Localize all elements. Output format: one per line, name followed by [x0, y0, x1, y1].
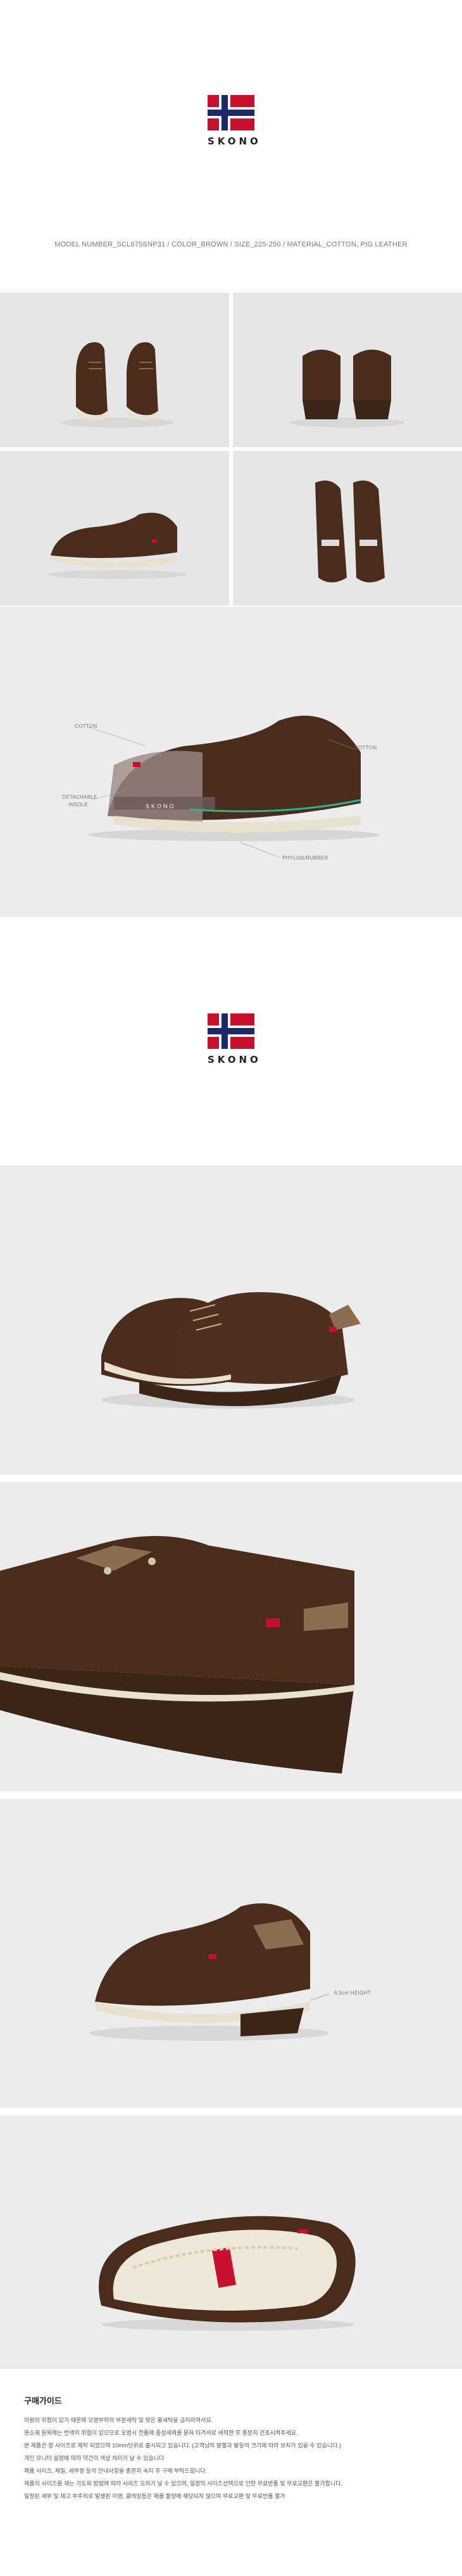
brand-logo: SKONO	[208, 95, 261, 147]
norway-flag-icon	[208, 1013, 254, 1049]
guide-line-2: 원소재 원목에는 번색의 위험이 있으므로 오염시 전품에 중성세제를 묻혀 타…	[24, 2430, 298, 2436]
callout-cotton-upper: COTTON	[75, 723, 97, 729]
closeup-side-photo	[0, 1482, 462, 1791]
brand-name: SKONO	[208, 136, 261, 147]
side-view-photo	[0, 451, 229, 606]
material-detail-diagram: SKONO COTTON COTTON DETACHABLE INSOLE PH…	[0, 607, 462, 917]
callout-cotton-lining: COTTON	[354, 745, 377, 751]
back-view-photo	[233, 293, 462, 447]
callout-detachable: DETACHABLE	[62, 794, 97, 800]
purchase-guide-title: 구매가이드	[24, 2396, 62, 2406]
guide-line-3: 본 제품은 정 사이즈로 제작 되었으며 10mm단위로 출시되고 있습니다. …	[24, 2442, 341, 2449]
heel-height-photo: 6.5cm HEIGHT	[0, 1799, 462, 2108]
outsole-photo	[0, 2116, 462, 2369]
guide-line-5: 제품 사이즈, 재질, 세부정 등의 안내사항을 충분히 숙지 후 구매 부탁드…	[24, 2468, 208, 2474]
svg-text:SKONO: SKONO	[146, 803, 176, 809]
callout-sole-material: PHYLON/RUBBER	[282, 855, 328, 861]
product-detail-page: SKONO MODEL NUMBER_SCL675SNP31 / COLOR_B…	[0, 0, 462, 2576]
product-thumbnail-grid	[0, 293, 462, 606]
guide-line-4: 개인 모니터 설정에 따라 약간의 색상 차이가 날 수 있습니다	[24, 2455, 165, 2461]
guide-line-1: 이원의 위험이 있기 때문에 오염부위의 부분세탁 및 젖은 물세탁을 금지하여…	[24, 2417, 213, 2423]
brand-logo-secondary: SKONO	[208, 1013, 261, 1065]
guide-line-7: 일정된 세부 및 재고 부주의로 발생된 이염, 클레임등은 제품 불량에 해당…	[24, 2493, 285, 2499]
norway-flag-icon	[208, 95, 254, 130]
purchase-guide-section: 구매가이드 이원의 위험이 있기 때문에 오염부위의 부분세탁 및 젖은 물세탁…	[0, 2369, 462, 2576]
guide-line-6: 제품의 사이즈를 재는 기도와 방법에 따라 사이즈 오차가 날 수 있으며, …	[24, 2480, 342, 2487]
product-spec-line: MODEL NUMBER_SCL675SNP31 / COLOR_BROWN /…	[54, 241, 408, 248]
front-view-photo	[0, 293, 229, 447]
top-view-photo	[233, 451, 462, 606]
pair-angle-photo	[0, 1165, 462, 1475]
brand-name: SKONO	[208, 1054, 261, 1065]
callout-insole: INSOLE	[68, 802, 89, 808]
callout-heel-height: 6.5cm HEIGHT	[334, 1990, 371, 1996]
